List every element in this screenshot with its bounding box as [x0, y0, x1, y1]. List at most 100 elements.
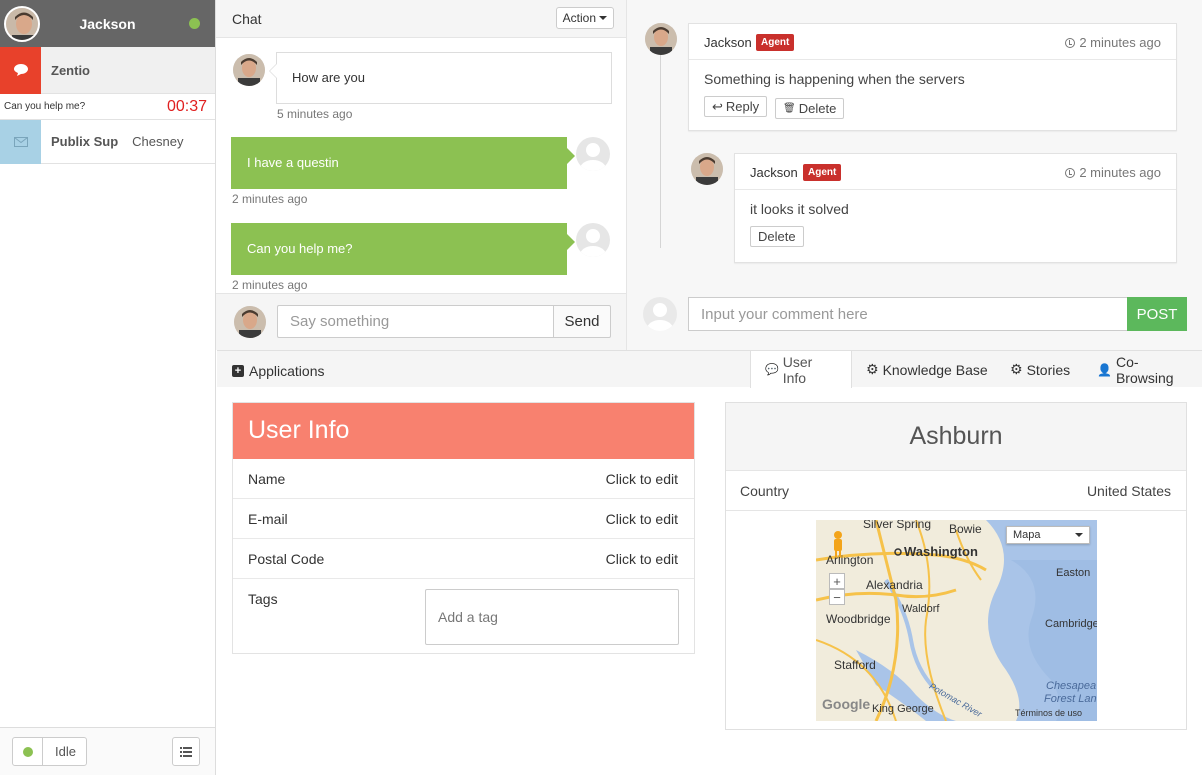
location-city: Ashburn — [726, 403, 1186, 471]
conversation-item-active[interactable]: Zentio — [0, 46, 215, 94]
google-logo: Google — [822, 696, 871, 712]
map-type-select[interactable]: Mapa — [1006, 526, 1090, 544]
country-label: Country — [740, 482, 790, 499]
field-row-postal-code: Postal Code Click to edit — [233, 539, 694, 579]
tab-knowledge-base[interactable]: ⚙ Knowledge Base — [852, 351, 1002, 388]
map-label: Washington — [904, 544, 978, 559]
comment-author-avatar — [691, 153, 723, 185]
status-label: Idle — [55, 744, 76, 759]
reply-button[interactable]: ↩ Reply — [704, 96, 768, 117]
field-label: E-mail — [248, 510, 288, 527]
tab-label: Knowledge Base — [882, 361, 988, 378]
field-row-email: E-mail Click to edit — [233, 499, 694, 539]
reply-icon: ↩ — [712, 98, 723, 114]
map-type-label: Mapa — [1013, 529, 1041, 541]
conversation-preview[interactable]: Can you help me? 00:37 — [0, 94, 215, 120]
pegman-icon[interactable] — [831, 530, 845, 558]
tag-input[interactable]: Add a tag — [425, 589, 679, 645]
clock-icon — [1065, 167, 1076, 178]
field-row-name: Name Click to edit — [233, 459, 694, 499]
field-edit-value[interactable]: Click to edit — [606, 511, 678, 527]
message-time: 2 minutes ago — [232, 192, 308, 206]
chat-composer: Say something Send — [216, 293, 626, 350]
map-label: Chesapea — [1046, 680, 1097, 692]
user-info-panel: User Info Name Click to edit E-mail Clic… — [232, 402, 695, 654]
comment-input[interactable]: Input your comment here — [688, 297, 1128, 331]
location-map[interactable]: Silver Spring Bowie Washington Arlington… — [816, 520, 1097, 721]
field-edit-value[interactable]: Click to edit — [606, 551, 678, 567]
comment-author-avatar — [645, 23, 677, 55]
map-label: Bowie — [949, 522, 982, 536]
applications-button[interactable]: + Applications — [232, 363, 325, 379]
message-time: 2 minutes ago — [232, 278, 308, 292]
envelope-icon — [0, 119, 41, 164]
divider — [42, 738, 43, 765]
map-label: Waldorf — [902, 603, 940, 615]
comment-body: it looks it solved Delete — [735, 190, 1176, 258]
location-panel: Ashburn Country United States Silver Spr… — [725, 402, 1187, 730]
country-value: United States — [1086, 482, 1171, 499]
reply-label: Reply — [725, 99, 760, 114]
zoom-in-button[interactable]: + — [829, 573, 845, 589]
field-label: Postal Code — [248, 550, 325, 567]
comment-card-reply: Jackson Agent 2 minutes ago it looks it … — [734, 153, 1177, 263]
comment-author: Jackson — [704, 35, 752, 50]
delete-label: Delete — [798, 100, 837, 116]
field-edit-value[interactable]: Click to edit — [606, 471, 678, 487]
conversation-item[interactable]: Publix Sup Chesney — [0, 119, 215, 164]
delete-button[interactable]: Delete — [750, 226, 804, 247]
map-label: Silver Spring — [863, 520, 932, 531]
conversation-agent: Chesney — [132, 134, 184, 149]
comment-header: Jackson Agent 2 minutes ago — [689, 24, 1176, 60]
last-message: Can you help me? — [4, 101, 86, 112]
trash-icon: 🗑 — [783, 102, 796, 114]
applications-label: Applications — [249, 363, 325, 379]
thread-line — [660, 40, 661, 248]
comment-card: Jackson Agent 2 minutes ago Something is… — [688, 23, 1177, 131]
map-terms-link[interactable]: Términos de uso — [1015, 708, 1082, 718]
status-button[interactable]: Idle — [12, 737, 87, 766]
visitor-avatar — [233, 54, 265, 86]
field-row-tags: Tags Add a tag — [233, 579, 694, 657]
tab-stories[interactable]: ⚙ Stories — [996, 351, 1084, 388]
comment-author: Jackson — [750, 165, 798, 180]
comment-time-text: 2 minutes ago — [1079, 35, 1161, 50]
message-outgoing: I have a questin — [231, 137, 575, 189]
list-menu-button[interactable] — [172, 737, 200, 766]
chat-header: Chat Action — [216, 0, 626, 38]
post-button[interactable]: POST — [1127, 297, 1187, 331]
action-label: Action — [562, 11, 596, 25]
user-icon: 👤 — [1097, 362, 1112, 377]
conversation-name: Zentio — [51, 62, 90, 78]
gear-icon: ⚙ — [866, 361, 879, 377]
delete-button[interactable]: 🗑 Delete — [775, 97, 845, 119]
field-label: Name — [248, 470, 286, 487]
comment-icon: 💬 — [765, 364, 779, 376]
tab-label: Co-Browsing — [1115, 353, 1174, 386]
chat-message-input[interactable]: Say something — [277, 305, 554, 338]
gear-icon: ⚙ — [1010, 361, 1023, 377]
comment-time-text: 2 minutes ago — [1079, 165, 1161, 180]
zoom-out-button[interactable]: − — [829, 589, 845, 605]
map-label: Forest Lan — [1044, 693, 1097, 705]
comment-header: Jackson Agent 2 minutes ago — [735, 154, 1176, 190]
user-name: Jackson — [79, 15, 136, 32]
send-button[interactable]: Send — [553, 305, 611, 338]
chat-bubble-icon — [0, 46, 41, 94]
map-label: Easton — [1056, 567, 1091, 579]
map-label: King George — [872, 703, 934, 715]
tab-user-info[interactable]: 💬 User Info — [750, 351, 852, 388]
placeholder-avatar — [643, 297, 677, 331]
conversation-name: Publix Sup — [51, 134, 119, 149]
comment-time: 2 minutes ago — [1065, 165, 1161, 180]
agent-avatar — [234, 306, 266, 338]
chat-title: Chat — [232, 11, 262, 27]
map-label: Alexandria — [866, 578, 923, 592]
message-outgoing: Can you help me? — [231, 223, 575, 275]
agent-placeholder-avatar — [576, 137, 610, 171]
tabs-bar: + Applications 💬 User Info ⚙ Knowledge B… — [217, 350, 1202, 388]
tab-co-browsing[interactable]: 👤 Co-Browsing — [1083, 351, 1202, 388]
action-dropdown-button[interactable]: Action — [555, 7, 614, 29]
conversation-timer: 00:37 — [166, 97, 207, 115]
agent-badge: Agent — [803, 164, 842, 181]
